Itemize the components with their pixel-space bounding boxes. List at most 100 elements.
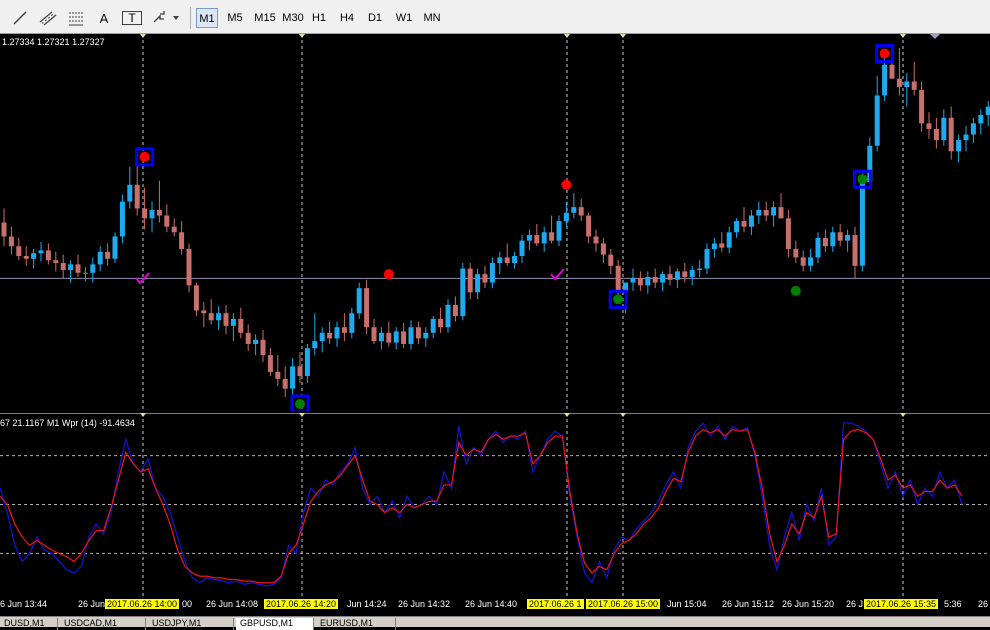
time-label-highlighted: 2017.06.26 15:00 bbox=[586, 599, 661, 609]
candle-body bbox=[290, 366, 296, 389]
candle-body bbox=[586, 215, 592, 237]
candle-body bbox=[800, 257, 806, 266]
candle-body bbox=[785, 218, 791, 250]
candle-body bbox=[608, 254, 614, 266]
candle-body bbox=[186, 249, 192, 286]
separator-marker-icon bbox=[564, 413, 570, 417]
chart-tab[interactable]: USDJPY,M1 bbox=[148, 618, 234, 630]
candle-body bbox=[253, 339, 259, 344]
chart-tab[interactable]: DUSD,M1 bbox=[0, 618, 58, 630]
candle-body bbox=[75, 264, 81, 273]
candle-body bbox=[948, 117, 954, 152]
candle-body bbox=[393, 331, 399, 343]
time-axis: 6 Jun 13:44 26 Jun 2017.06.26 14:00 00 26 Ju… bbox=[0, 596, 990, 614]
sell-signal-dot bbox=[139, 151, 150, 162]
timeframe-mn[interactable]: MN bbox=[420, 8, 444, 28]
candle-body bbox=[8, 236, 14, 247]
candle-body bbox=[711, 243, 717, 250]
arrows-tool-icon[interactable] bbox=[150, 7, 182, 29]
candle-body bbox=[149, 209, 155, 219]
sell-dot bbox=[561, 179, 572, 190]
timeframe-m1[interactable]: M1 bbox=[196, 8, 218, 28]
candle-body bbox=[408, 327, 414, 344]
time-label: 26 Jun 14:40 bbox=[465, 599, 518, 609]
candle-body bbox=[127, 184, 133, 202]
candle-body bbox=[778, 207, 784, 219]
candle-body bbox=[319, 332, 325, 342]
candle-body bbox=[808, 257, 814, 266]
candle-body bbox=[230, 318, 236, 326]
candle-body bbox=[963, 134, 969, 141]
candle-body bbox=[882, 64, 888, 96]
candle-body bbox=[105, 251, 111, 259]
candle-body bbox=[430, 318, 436, 333]
candle-body bbox=[889, 64, 895, 79]
candle-body bbox=[748, 215, 754, 227]
candle-body bbox=[571, 207, 577, 213]
channel-tool-icon[interactable] bbox=[38, 7, 58, 29]
time-label: 26 J bbox=[846, 599, 864, 609]
separator-marker-icon bbox=[140, 34, 146, 38]
candle-body bbox=[741, 221, 747, 227]
candle-body bbox=[734, 221, 740, 233]
candle-body bbox=[282, 378, 288, 389]
candle-body bbox=[600, 243, 606, 255]
text-tool[interactable]: A bbox=[94, 7, 114, 29]
time-label-highlighted: 2017.06.26 1 bbox=[527, 599, 584, 609]
candle-body bbox=[134, 184, 140, 209]
candle-body bbox=[68, 264, 74, 270]
candle-body bbox=[563, 212, 569, 222]
chart-tab[interactable]: USDCAD,M1 bbox=[60, 618, 146, 630]
candle-body bbox=[364, 288, 370, 328]
candle-body bbox=[623, 282, 629, 291]
wpr-indicator-chart[interactable] bbox=[0, 413, 990, 596]
candle-body bbox=[238, 318, 244, 333]
timeframe-m15[interactable]: M15 bbox=[252, 8, 278, 28]
time-label-highlighted: 2017.06.26 14:00 bbox=[105, 599, 180, 609]
time-label: 26 Jun 15:12 bbox=[722, 599, 775, 609]
candle-body bbox=[467, 268, 473, 293]
timeframe-w1[interactable]: W1 bbox=[392, 8, 416, 28]
separator-marker-icon bbox=[620, 34, 626, 38]
candle-body bbox=[859, 182, 865, 266]
candle-body bbox=[704, 249, 710, 269]
chart-tab[interactable]: EURUSD,M1 bbox=[316, 618, 396, 630]
candle-body bbox=[401, 331, 407, 344]
candle-body bbox=[771, 207, 777, 216]
indicator-info: 67 21.1167 M1 Wpr (14) -91.4634 bbox=[0, 418, 135, 428]
candle-body bbox=[726, 232, 732, 248]
price-chart[interactable] bbox=[0, 34, 990, 411]
candle-body bbox=[423, 332, 429, 339]
candle-body bbox=[667, 274, 673, 280]
sell-signal-dot bbox=[879, 48, 890, 59]
candle-body bbox=[956, 140, 962, 152]
candle-body bbox=[630, 278, 636, 283]
candle-body bbox=[845, 235, 851, 241]
separator-marker-icon bbox=[564, 34, 570, 38]
candle-body bbox=[941, 117, 947, 141]
timeframe-d1[interactable]: D1 bbox=[364, 8, 386, 28]
candle-body bbox=[674, 271, 680, 280]
separator-marker-icon bbox=[900, 413, 906, 417]
timeframe-h4[interactable]: H4 bbox=[336, 8, 358, 28]
line-tool-icon[interactable] bbox=[10, 7, 30, 29]
sell-dot bbox=[383, 269, 394, 280]
candle-body bbox=[556, 221, 562, 241]
fibonacci-tool-icon[interactable] bbox=[66, 7, 86, 29]
timeframe-m30[interactable]: M30 bbox=[280, 8, 306, 28]
candle-body bbox=[245, 332, 251, 344]
time-label: 26 Jun bbox=[978, 599, 990, 609]
timeframe-m5[interactable]: M5 bbox=[224, 8, 246, 28]
time-label: 26 Jun 14:32 bbox=[398, 599, 451, 609]
text-label-tool[interactable]: T bbox=[122, 11, 142, 25]
candle-body bbox=[660, 274, 666, 283]
candle-body bbox=[615, 265, 621, 291]
candle-body bbox=[16, 246, 22, 257]
candle-body bbox=[689, 269, 695, 277]
candle-body bbox=[82, 272, 88, 274]
candle-body bbox=[911, 81, 917, 90]
candle-body bbox=[445, 304, 451, 328]
chart-tab[interactable]: GBPUSD,M1 bbox=[236, 618, 314, 630]
timeframe-h1[interactable]: H1 bbox=[308, 8, 330, 28]
check-mark-icon bbox=[550, 268, 565, 281]
